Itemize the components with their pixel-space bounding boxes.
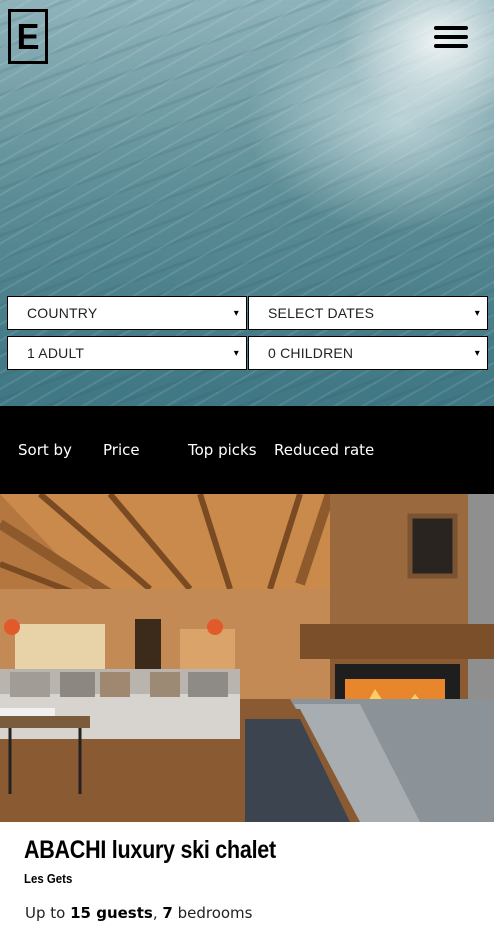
capacity-separator: , [152, 904, 163, 922]
dates-select[interactable]: SELECT DATES ▾ [248, 296, 488, 330]
adults-select-value: 1 ADULT [27, 345, 85, 361]
sort-bar: Sort by Price Top picks Reduced rate [0, 406, 494, 494]
children-select[interactable]: 0 CHILDREN ▾ [248, 336, 488, 370]
bedrooms-count: 7 [162, 904, 173, 922]
country-select[interactable]: COUNTRY ▾ [7, 296, 247, 330]
hero-banner: E COUNTRY ▾ SELECT DATES ▾ 1 ADULT ▾ 0 C… [0, 0, 494, 406]
adults-select[interactable]: 1 ADULT ▾ [7, 336, 247, 370]
sort-option-reduced-rate[interactable]: Reduced rate [274, 441, 374, 459]
children-select-value: 0 CHILDREN [268, 345, 354, 361]
caret-down-icon: ▾ [233, 308, 239, 319]
listing-location: Les Gets [24, 871, 73, 886]
guests-count: 15 guests [70, 904, 153, 922]
caret-down-icon: ▾ [233, 348, 239, 359]
listing-title[interactable]: ABACHI luxury ski chalet [24, 836, 276, 865]
brand-logo-letter: E [16, 15, 40, 57]
hamburger-menu-icon[interactable] [434, 24, 470, 50]
sort-by-label: Sort by [18, 441, 72, 459]
sort-option-price[interactable]: Price [103, 441, 140, 459]
caret-down-icon: ▾ [474, 348, 480, 359]
listing-capacity: Up to 15 guests, 7 bedrooms [25, 904, 252, 922]
caret-down-icon: ▾ [474, 308, 480, 319]
bedrooms-suffix: bedrooms [172, 904, 253, 922]
chalet-interior-image [0, 494, 494, 822]
dates-select-value: SELECT DATES [268, 305, 375, 321]
sort-option-top-picks[interactable]: Top picks [188, 441, 257, 459]
listing-photo[interactable] [0, 494, 494, 822]
brand-logo[interactable]: E [8, 9, 48, 64]
guests-prefix: Up to [25, 904, 71, 922]
country-select-value: COUNTRY [27, 305, 98, 321]
